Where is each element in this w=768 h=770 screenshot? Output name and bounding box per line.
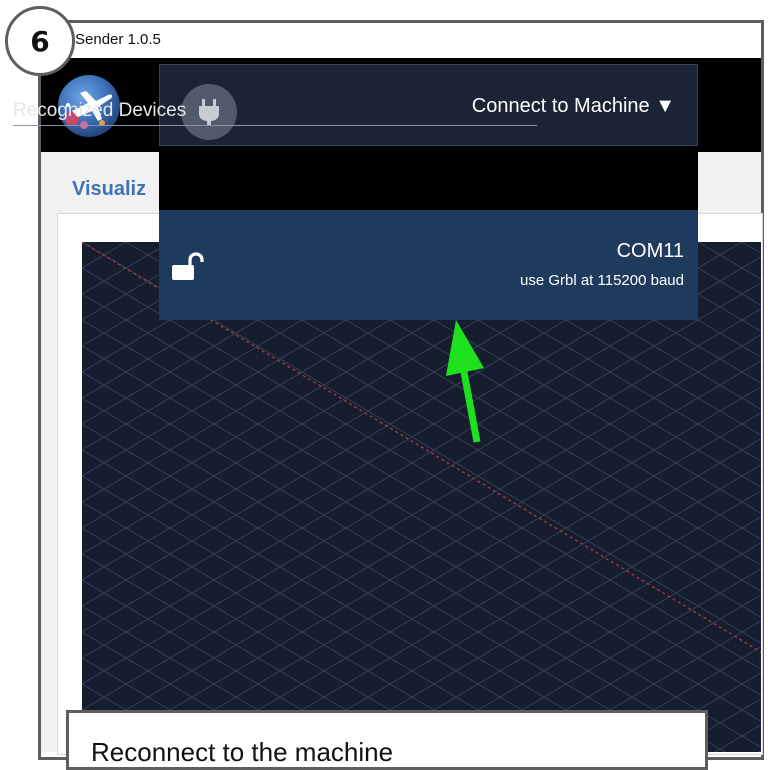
device-port-name: COM11 (616, 240, 684, 262)
window-titlebar: Sender 1.0.5 (41, 23, 761, 58)
tutorial-caption-text: Reconnect to the machine (91, 737, 394, 767)
device-description: use Grbl at 115200 baud (519, 272, 684, 289)
connect-to-machine-label: Connect to Machine ▼ (471, 95, 675, 117)
visualizer-title: Visualiz (72, 178, 147, 200)
connect-to-machine-button[interactable]: Connect to Machine ▼ (159, 64, 698, 146)
tutorial-caption-box: Reconnect to the machine (66, 710, 708, 770)
window-title: Sender 1.0.5 (75, 31, 161, 48)
recognized-devices-section (159, 146, 698, 210)
device-row-com11[interactable] (159, 210, 698, 320)
section-divider (13, 125, 537, 126)
unlocked-padlock-icon (170, 252, 204, 287)
plug-icon (181, 84, 237, 140)
step-number-badge: 6 (5, 6, 75, 76)
recognized-devices-label: Recognized Devices (13, 100, 187, 121)
